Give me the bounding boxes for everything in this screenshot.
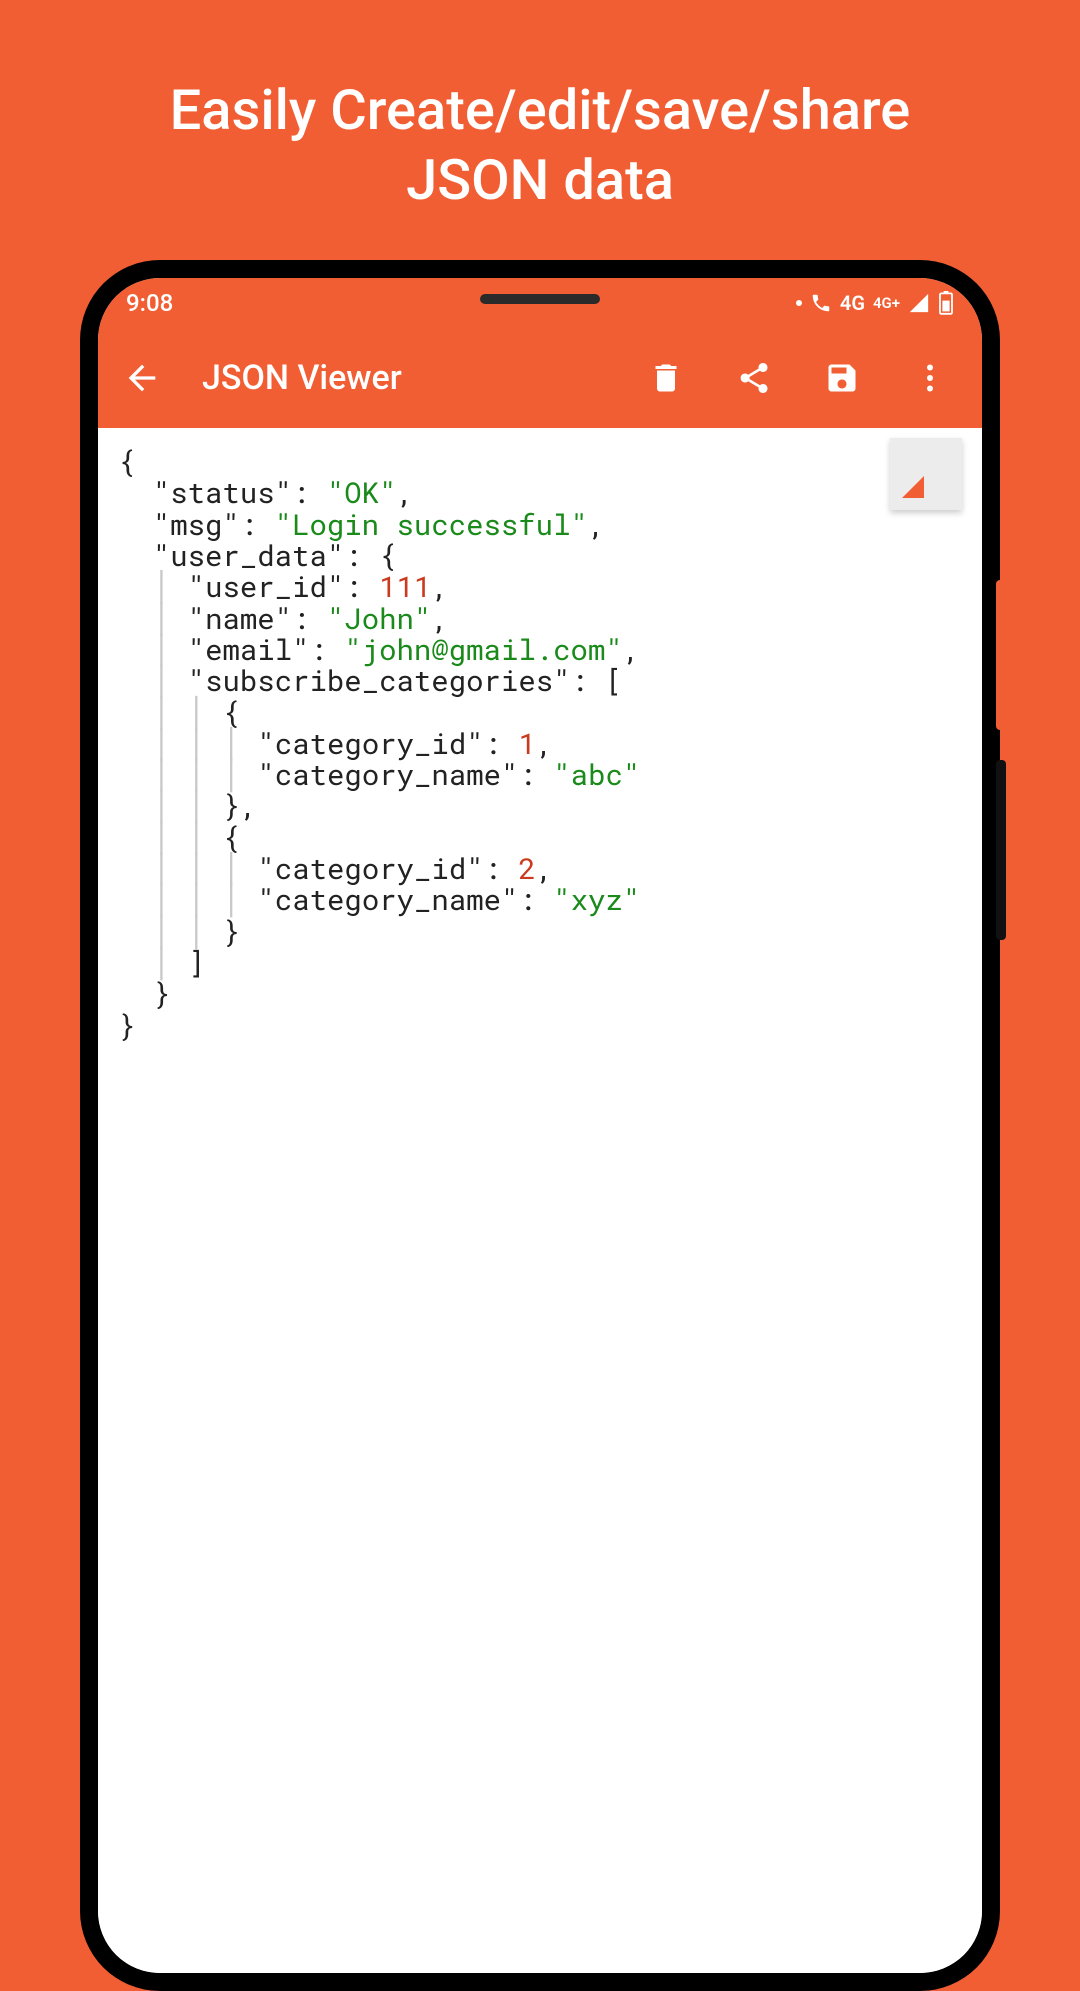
more-button[interactable] bbox=[906, 354, 954, 402]
phone-call-icon bbox=[810, 292, 832, 314]
json-content[interactable]: { "status": "OK", "msg": "Login successf… bbox=[98, 428, 982, 1973]
phone-screen: 9:08 4G 4G+ JSON Viewer bbox=[98, 278, 982, 1973]
app-bar: JSON Viewer bbox=[98, 328, 982, 428]
network-4gplus-label: 4G+ bbox=[873, 294, 900, 312]
notification-dot-icon bbox=[796, 300, 802, 306]
collapse-fab[interactable] bbox=[890, 438, 962, 510]
back-button[interactable] bbox=[118, 354, 166, 402]
phone-notch bbox=[410, 278, 670, 320]
app-title: JSON Viewer bbox=[202, 358, 402, 398]
trash-icon bbox=[648, 360, 684, 396]
phone-power-button bbox=[996, 760, 1006, 940]
json-key: "subscribe_categories" bbox=[188, 661, 571, 699]
signal-icon bbox=[908, 292, 930, 314]
phone-speaker bbox=[480, 294, 600, 304]
status-indicators: 4G 4G+ bbox=[796, 291, 954, 315]
promo-line-1: Easily Create/edit/save/share bbox=[0, 75, 1080, 145]
delete-button[interactable] bbox=[642, 354, 690, 402]
json-key: "category_name" bbox=[257, 755, 518, 793]
json-key: "category_name" bbox=[257, 880, 518, 918]
save-icon bbox=[824, 360, 860, 396]
arrow-left-icon bbox=[122, 358, 162, 398]
promo-line-2: JSON data bbox=[0, 145, 1080, 215]
battery-icon bbox=[938, 291, 954, 315]
json-string: "abc" bbox=[553, 755, 640, 793]
triangle-icon bbox=[902, 476, 924, 498]
more-vertical-icon bbox=[912, 360, 948, 396]
status-time: 9:08 bbox=[126, 289, 173, 317]
json-string: "xyz" bbox=[553, 880, 640, 918]
share-button[interactable] bbox=[730, 354, 778, 402]
network-4g-label: 4G bbox=[840, 291, 865, 315]
promo-heading: Easily Create/edit/save/share JSON data bbox=[0, 0, 1080, 215]
phone-frame: 9:08 4G 4G+ JSON Viewer bbox=[80, 260, 1000, 1991]
share-icon bbox=[736, 360, 772, 396]
phone-volume-button bbox=[996, 580, 1006, 730]
save-button[interactable] bbox=[818, 354, 866, 402]
